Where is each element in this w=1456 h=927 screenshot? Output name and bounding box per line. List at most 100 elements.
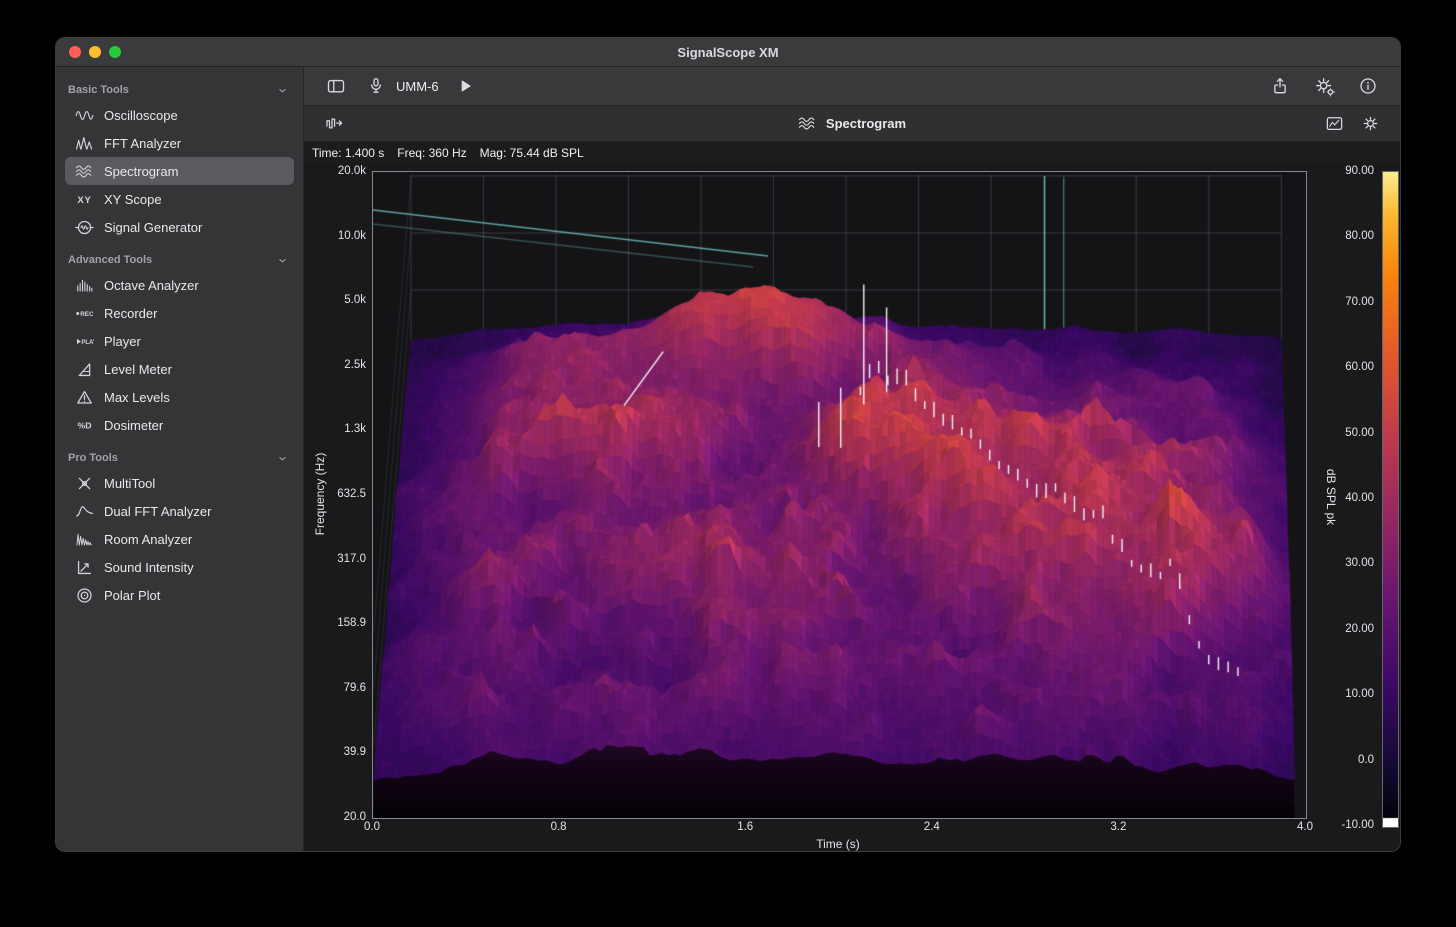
sidebar-section-header[interactable]: Advanced Tools [56,249,303,271]
chevron-down-icon [276,84,289,97]
y-tick-label: 2.5k [344,359,366,371]
display-options-button[interactable] [1320,111,1348,137]
colorbar-tick-label: -10.00 [1341,819,1374,831]
colorbar-tick-label: 40.00 [1345,492,1374,504]
sidebar-item-label: Spectrogram [104,164,178,179]
colorbar-tick-label: 50.00 [1345,427,1374,439]
x-tick-label: 1.6 [737,821,753,833]
y-tick-label: 317.0 [337,553,366,565]
colorbar-tick-label: 90.00 [1345,165,1374,177]
sidebar-item-label: Room Analyzer [104,532,192,547]
sidebar-item-recorder[interactable]: REC Recorder [65,299,294,327]
waveform-output-icon [325,114,344,133]
window-title: SignalScope XM [56,38,1400,67]
chart-icon [1325,114,1344,133]
sidebar-item-fft-analyzer[interactable]: FFT Analyzer [65,129,294,157]
sound-intensity-icon [72,558,96,577]
sidebar-item-label: Signal Generator [104,220,202,235]
spectrogram-icon [72,162,96,181]
polar-plot-icon [72,586,96,605]
x-axis-label: Time (s) [816,837,860,851]
sidebar-item-label: Dual FFT Analyzer [104,504,211,519]
view-title-group: Spectrogram [798,114,906,133]
cursor-mag-readout: Mag: 75.44 dB SPL [480,146,584,160]
sidebar-item-max-levels[interactable]: Max Levels [65,383,294,411]
info-icon [1358,76,1378,96]
toggle-sidebar-button[interactable] [322,73,350,99]
sidebar-item-level-meter[interactable]: Level Meter [65,355,294,383]
y-tick-label: 5.0k [344,294,366,306]
fft-analyzer-icon [72,134,96,153]
sidebar-item-octave-analyzer[interactable]: Octave Analyzer [65,271,294,299]
share-button[interactable] [1266,73,1294,99]
view-title: Spectrogram [826,116,906,131]
microphone-icon [366,76,386,96]
info-button[interactable] [1354,73,1382,99]
sidebar-item-dosimeter[interactable]: %DDosimeter [65,411,294,439]
dual-fft-analyzer-icon [72,502,96,521]
sidebar-section-header[interactable]: Pro Tools [56,447,303,469]
sidebar-item-polar-plot[interactable]: Polar Plot [65,581,294,609]
sidebar-item-label: Level Meter [104,362,172,377]
recorder-icon: REC [72,304,96,323]
sidebar-section-label: Pro Tools [68,452,276,464]
x-tick-label: 0.8 [551,821,567,833]
colorbar-tick-label: 70.00 [1345,296,1374,308]
title-bar: SignalScope XM [56,38,1400,67]
play-icon [455,76,475,96]
y-tick-label: 20.0 [344,811,366,823]
sidebar-toggle-icon [326,76,346,96]
xy-scope-icon: XY [72,190,96,209]
sidebar-item-room-analyzer[interactable]: Room Analyzer [65,525,294,553]
chevron-down-icon [276,254,289,267]
sidebar-item-player[interactable]: PLAYPlayer [65,327,294,355]
sidebar-item-oscilloscope[interactable]: Oscilloscope [65,101,294,129]
sidebar-item-label: MultiTool [104,476,155,491]
y-tick-label: 20.0k [338,165,366,177]
sidebar-item-label: Max Levels [104,390,170,405]
sidebar-item-spectrogram[interactable]: Spectrogram [65,157,294,185]
sidebar-section-header[interactable]: Basic Tools [56,79,303,101]
y-tick-label: 79.6 [344,682,366,694]
sidebar: Basic Tools Oscilloscope FFT Analyzer Spect… [56,67,304,851]
svg-text:REC: REC [80,310,94,317]
chevron-down-icon [276,452,289,465]
x-tick-label: 3.2 [1110,821,1126,833]
sidebar-item-multitool[interactable]: MultiTool [65,469,294,497]
sidebar-item-dual-fft-analyzer[interactable]: Dual FFT Analyzer [65,497,294,525]
max-levels-icon [72,388,96,407]
sidebar-item-signal-generator[interactable]: Signal Generator [65,213,294,241]
y-tick-label: 10.0k [338,230,366,242]
sidebar-item-label: Dosimeter [104,418,163,433]
app-window: SignalScope XM Basic Tools Oscilloscope FF… [55,37,1401,852]
sidebar-item-label: Sound Intensity [104,560,194,575]
sidebar-item-label: XY Scope [104,192,162,207]
sidebar-item-label: Polar Plot [104,588,160,603]
colorbar-tick-label: 0.0 [1358,754,1374,766]
main-toolbar: UMM-6 [304,67,1400,106]
input-device-label[interactable]: UMM-6 [396,79,439,94]
svg-text:XY: XY [77,195,91,206]
room-analyzer-icon [72,530,96,549]
spectrogram-surface[interactable] [373,172,1306,818]
spectrogram-icon [798,114,817,133]
signal-flow-button[interactable] [320,111,348,137]
sidebar-item-label: Oscilloscope [104,108,178,123]
multitool-icon [72,474,96,493]
colorbar-tick-label: 60.00 [1345,361,1374,373]
x-axis-ticks: 0.00.81.62.43.24.0 [372,821,1307,835]
colorbar-tick-label: 20.00 [1345,623,1374,635]
octave-analyzer-icon [72,276,96,295]
sidebar-item-label: Recorder [104,306,157,321]
plot-area: Frequency (Hz) 20.0k10.0k5.0k2.5k1.3k632… [304,164,1400,851]
x-tick-label: 4.0 [1297,821,1313,833]
main-panel: UMM-6 Spectrogram Time: 1.400 s Fr [304,67,1400,851]
gear-icon [1361,114,1380,133]
view-settings-button[interactable] [1356,111,1384,137]
sidebar-item-sound-intensity[interactable]: Sound Intensity [65,553,294,581]
settings-button[interactable] [1310,73,1338,99]
sidebar-item-xy-scope[interactable]: XY XY Scope [65,185,294,213]
sidebar-item-label: Player [104,334,141,349]
view-toolbar: Spectrogram [304,106,1400,142]
start-button[interactable] [451,73,479,99]
